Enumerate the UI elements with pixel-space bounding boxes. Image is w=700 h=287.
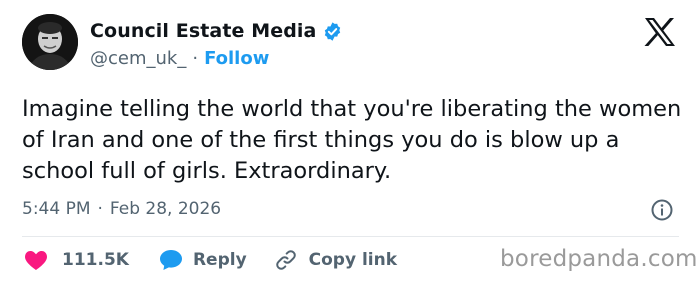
follow-button[interactable]: Follow (204, 48, 269, 69)
author-name[interactable]: Council Estate Media (90, 20, 316, 42)
handle-separator: · (192, 48, 199, 69)
copy-link-label: Copy link (308, 250, 398, 270)
timestamp-separator: · (97, 199, 103, 219)
x-logo-icon[interactable] (644, 17, 676, 47)
avatar[interactable] (22, 14, 78, 70)
tweet-time: 5:44 PM (22, 199, 91, 219)
like-count: 111.5K (62, 250, 129, 270)
copy-link-button[interactable]: Copy link (274, 248, 397, 272)
tweet-card: Council Estate Media @cem_uk_ · Follow I… (0, 0, 700, 287)
tweet-actions: 111.5K Reply Copy link (24, 248, 397, 272)
handle-row: @cem_uk_ · Follow (90, 48, 269, 69)
tweet-text: Imagine telling the world that you're li… (22, 96, 682, 184)
watermark: boredpanda.com (500, 246, 698, 272)
link-icon (274, 248, 298, 272)
reply-button[interactable]: Reply (159, 249, 247, 271)
verified-badge-icon (322, 21, 343, 42)
tweet-date: Feb 28, 2026 (109, 199, 222, 219)
speech-bubble-icon (159, 249, 183, 271)
reply-label: Reply (192, 250, 247, 270)
divider (22, 236, 679, 237)
tweet-timestamp[interactable]: 5:44 PM · Feb 28, 2026 (22, 199, 221, 219)
heart-icon (24, 249, 48, 271)
author-row: Council Estate Media (90, 20, 343, 42)
like-button[interactable]: 111.5K (24, 249, 129, 271)
info-icon[interactable] (650, 198, 674, 222)
author-handle[interactable]: @cem_uk_ (90, 48, 186, 69)
